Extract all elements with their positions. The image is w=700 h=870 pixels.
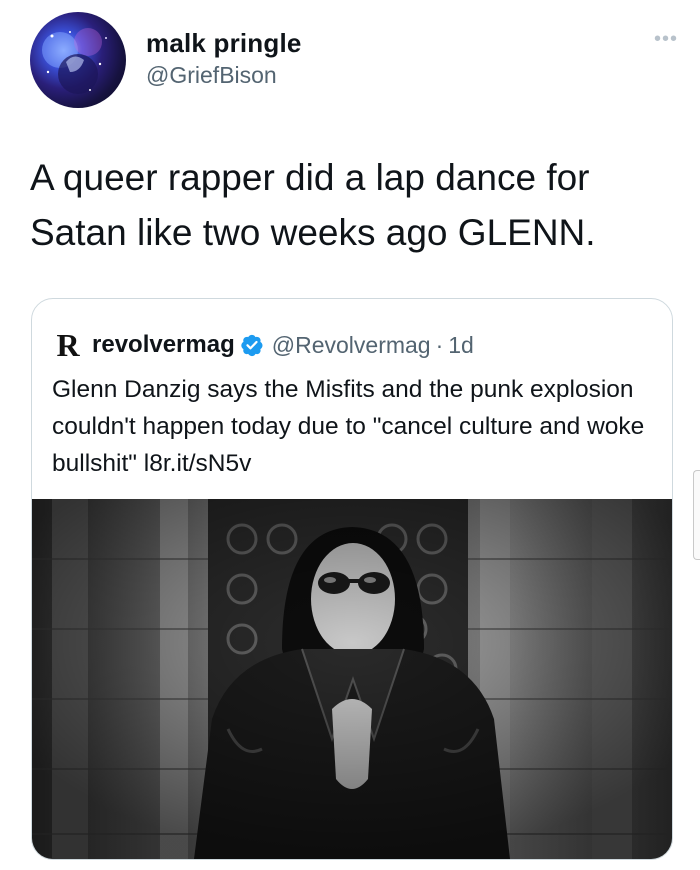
quoted-tweet-header: R revolvermag @Revolvermag · 1d (52, 327, 474, 363)
tweet-text: A queer rapper did a lap dance for Satan… (30, 157, 596, 253)
author-name[interactable]: malk pringle (146, 28, 302, 59)
author-avatar[interactable] (30, 12, 126, 108)
quoted-tweet-text: Glenn Danzig says the Misfits and the pu… (52, 376, 645, 477)
quoted-author-name[interactable]: revolvermag (92, 331, 235, 359)
side-scroll-tab[interactable] (693, 470, 700, 560)
header-separator: · (435, 331, 444, 358)
verified-badge-icon (241, 334, 263, 357)
quoted-timestamp[interactable]: 1d (448, 332, 474, 359)
quoted-author-handle[interactable]: @Revolvermag (272, 332, 431, 359)
revolver-logo[interactable]: R (52, 329, 84, 361)
photo-danzig (32, 499, 672, 859)
more-options-icon[interactable]: ••• (654, 28, 678, 51)
quoted-tweet[interactable]: R revolvermag @Revolvermag · 1d Glenn Da… (31, 298, 673, 860)
tweet: malk pringle @GriefBison ••• A queer rap… (0, 0, 700, 870)
quoted-tweet-image[interactable] (32, 499, 672, 859)
avatar-image (42, 28, 107, 94)
author-handle[interactable]: @GriefBison (146, 62, 277, 89)
